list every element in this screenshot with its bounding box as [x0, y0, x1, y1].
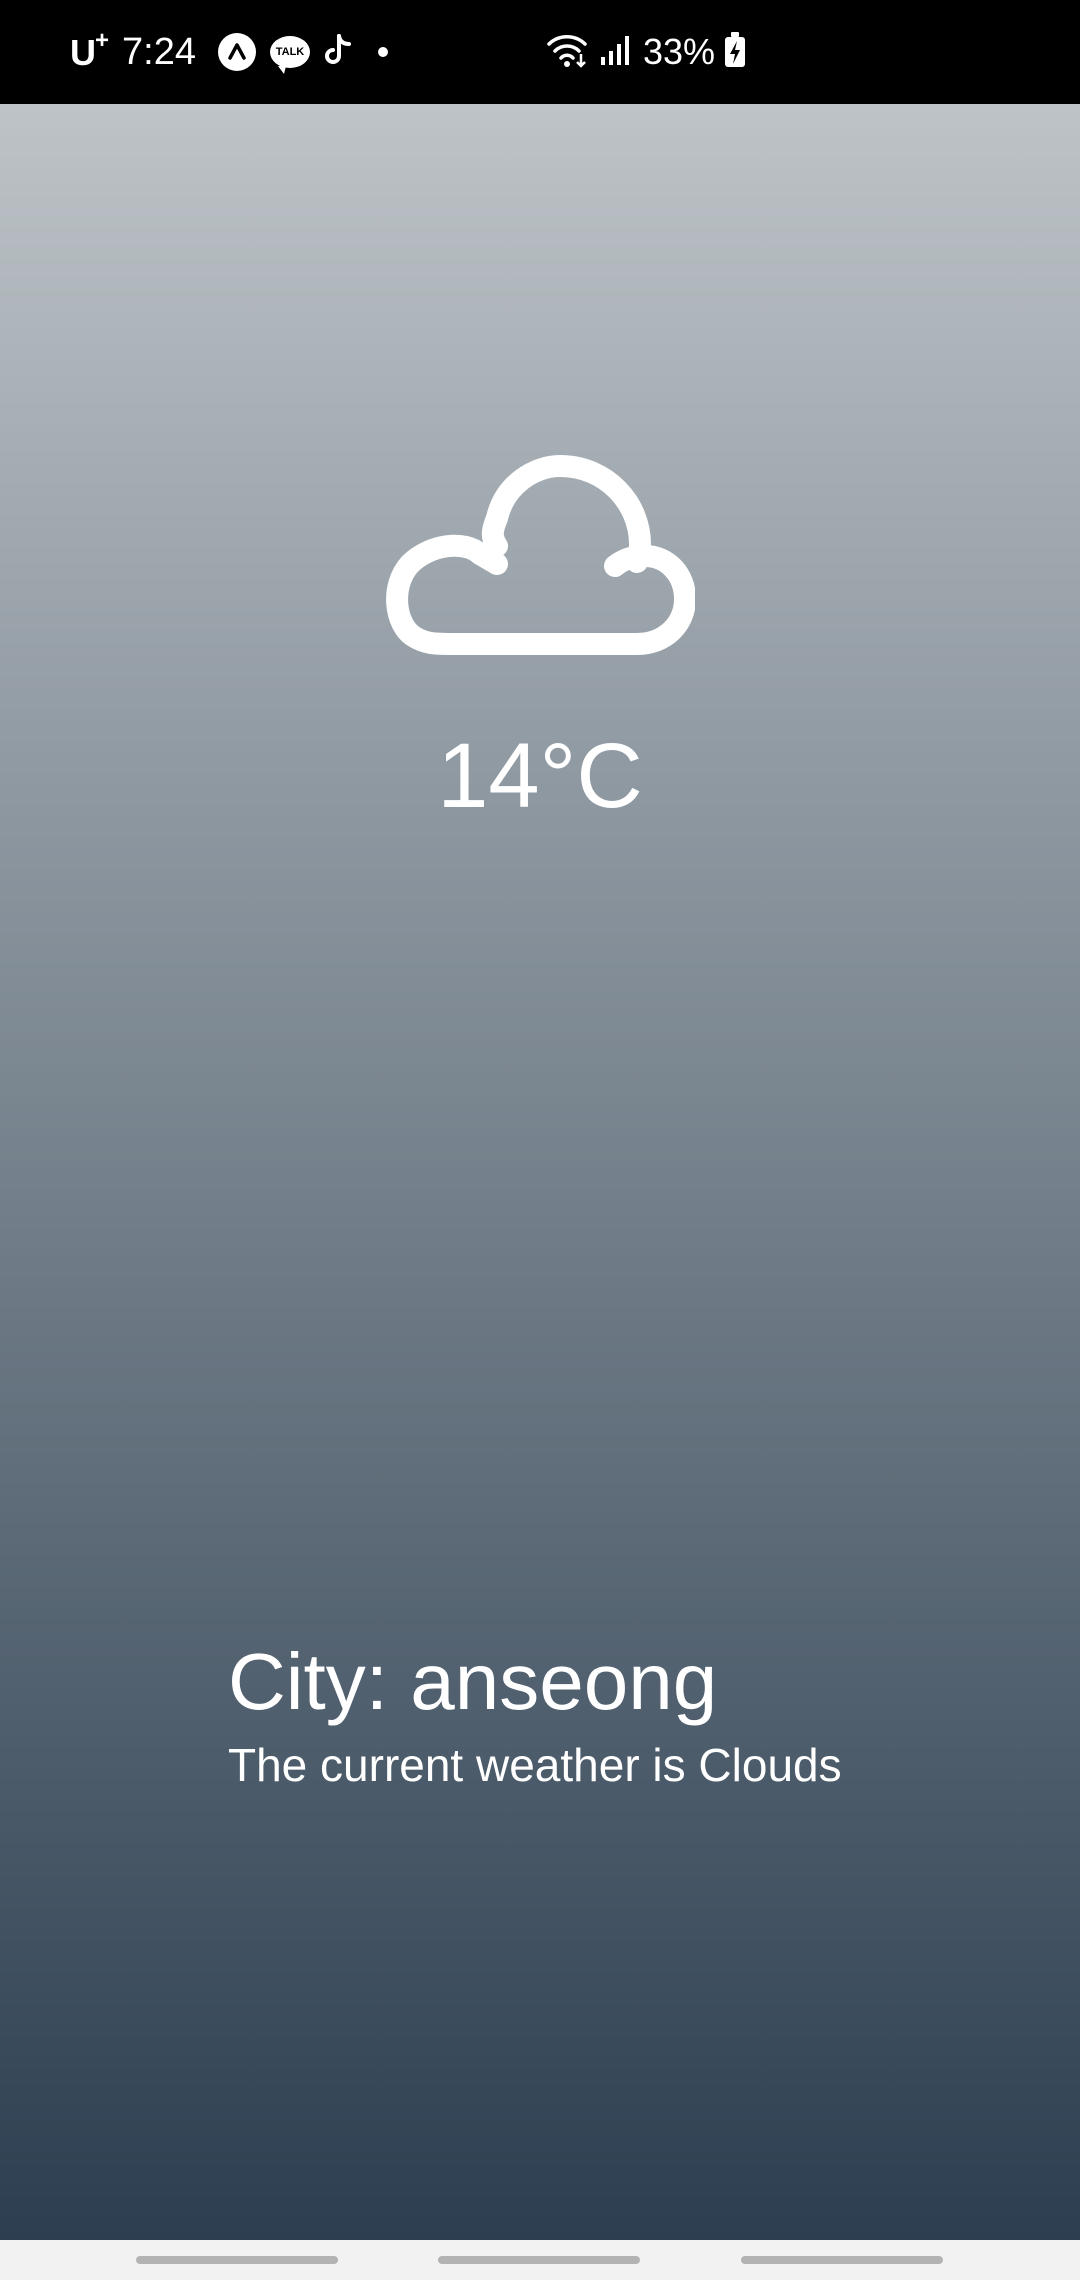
nav-back-button[interactable] — [741, 2256, 943, 2264]
signal-icon — [599, 33, 633, 72]
status-bar-right: 33% — [545, 0, 746, 104]
wifi-icon — [545, 32, 589, 73]
cloud-icon — [386, 454, 695, 655]
nav-home-button[interactable] — [438, 2256, 640, 2264]
navigation-bar — [0, 2240, 1080, 2280]
weather-main-panel: 14°C City: anseong The current weather i… — [0, 104, 1080, 2240]
weather-description: The current weather is Clouds — [228, 1739, 842, 1791]
battery-percent: 33% — [643, 31, 716, 72]
arrow-app-icon — [217, 33, 256, 71]
kakaotalk-icon: TALK — [269, 36, 310, 74]
temperature-reading: 14°C — [437, 725, 643, 827]
location-info: City: anseong The current weather is Clo… — [228, 1634, 842, 1794]
status-time: 7:24 — [122, 30, 196, 73]
city-label: City: anseong — [228, 1637, 718, 1726]
nav-recents-button[interactable] — [136, 2256, 338, 2264]
app-screen: U+ 7:24 TALK 33% 14°C City: anseong The … — [0, 0, 1080, 2280]
carrier-label: U+ — [70, 26, 109, 73]
battery-charging-icon — [725, 32, 746, 67]
more-dot-icon — [377, 47, 388, 57]
tiktok-icon — [324, 33, 354, 72]
status-bar-left: U+ 7:24 TALK — [70, 0, 388, 104]
status-bar: U+ 7:24 TALK 33% — [0, 0, 1080, 104]
